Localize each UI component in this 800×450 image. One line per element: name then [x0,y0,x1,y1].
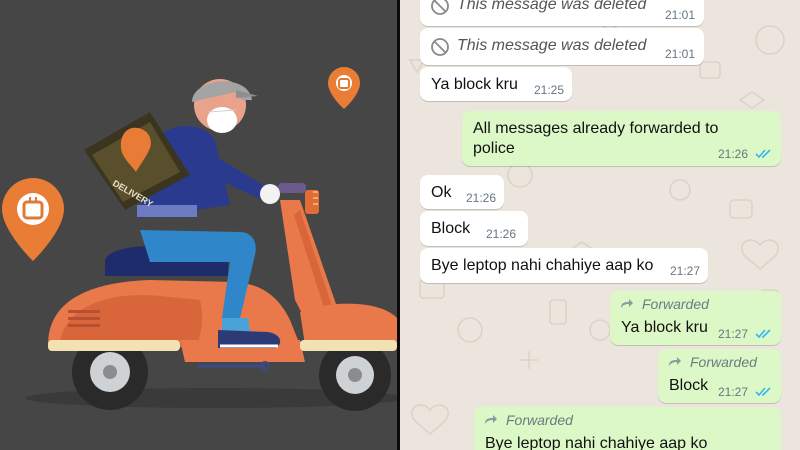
delivery-illustration-panel: DELIVERY [0,0,397,450]
message-text: Block [669,377,709,394]
message-time: 21:25 [534,83,565,97]
message-time: 21:27 [670,264,701,278]
message-text: Bye leptop nahi chahiye aap ko [431,257,654,274]
incoming-message[interactable]: Ok 21:26 [420,175,504,209]
message-text: Ya block kru [431,76,518,93]
deleted-message[interactable]: This message was deleted 21:01 [420,0,704,26]
message-line: All messages already forwarded to [473,120,719,137]
message-text: Block [431,220,471,237]
incoming-message[interactable]: Block 21:26 [420,211,528,246]
message-text: Ok [431,184,452,201]
deleted-message-text: This message was deleted [457,37,647,54]
message-time: 21:26 [718,147,749,161]
incoming-message[interactable]: Ya block kru 21:25 [420,67,572,101]
message-time: 21:27 [718,385,749,399]
outgoing-message[interactable]: All messages already forwarded to police… [462,111,781,166]
forward-arrow-icon [485,415,497,424]
message-text: Ya block kru [621,319,708,336]
message-time: 21:27 [718,327,749,341]
message-time: 21:26 [486,227,517,241]
message-time: 21:01 [665,47,696,61]
chat-panel[interactable]: This message was deleted 21:01 This mess… [400,0,800,450]
forward-arrow-icon [621,299,633,308]
incoming-message[interactable]: Bye leptop nahi chahiye aap ko 21:27 [420,248,708,283]
message-text: All messages already forwarded to police [473,119,718,159]
message-time: 21:01 [665,8,696,22]
deleted-message[interactable]: This message was deleted 21:01 [420,28,704,65]
read-ticks-icon [755,387,771,397]
scooter-delivery-illustration: DELIVERY [0,0,397,450]
message-text: Bye leptop nahi chahiye aap ko [485,435,708,450]
forwarded-message[interactable]: Forwarded Ya block kru 21:27 [610,291,781,345]
forwarded-message[interactable]: Forwarded Bye leptop nahi chahiye aap ko [474,407,781,450]
message-time: 21:26 [466,191,497,205]
message-line: police [473,140,515,157]
read-ticks-icon [755,329,771,339]
forward-arrow-icon [669,357,681,366]
deleted-icon [431,0,449,15]
deleted-message-text: This message was deleted [457,0,647,13]
read-ticks-icon [755,149,771,159]
forwarded-message[interactable]: Forwarded Block 21:27 [658,349,781,403]
deleted-icon [431,38,449,56]
